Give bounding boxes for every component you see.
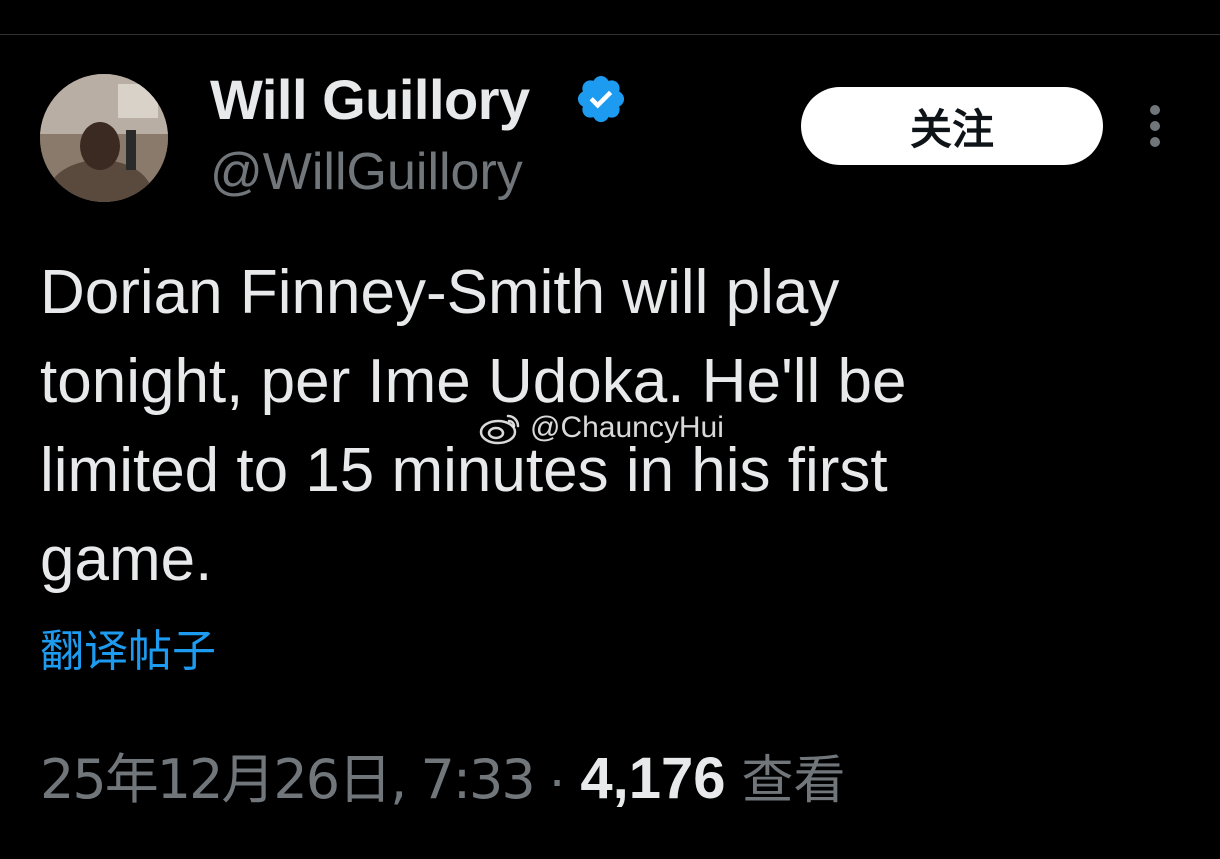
author-handle[interactable]: @WillGuillory	[210, 142, 523, 202]
weibo-icon	[479, 414, 520, 445]
author-display-name[interactable]: Will Guillory	[210, 68, 530, 132]
avatar-image	[40, 74, 168, 202]
watermark-text: @ChauncyHui	[530, 411, 724, 444]
view-count-label: 查看	[741, 751, 846, 811]
verified-badge-icon	[577, 75, 625, 123]
top-divider	[0, 34, 1220, 35]
meta-separator: ·	[547, 747, 567, 810]
watermark: @ChauncyHui	[478, 410, 724, 446]
translate-post-link[interactable]: 翻译帖子	[40, 624, 216, 680]
tweet-timestamp[interactable]: 25年12月26日, 7:33	[40, 745, 536, 815]
view-count[interactable]: 4,176	[580, 744, 725, 814]
follow-button[interactable]: 关注	[801, 87, 1103, 165]
tweet-meta: 25年12月26日, 7:33 · 4,176 查看	[40, 744, 846, 816]
more-vertical-icon[interactable]	[1140, 102, 1170, 150]
avatar[interactable]	[40, 74, 168, 202]
